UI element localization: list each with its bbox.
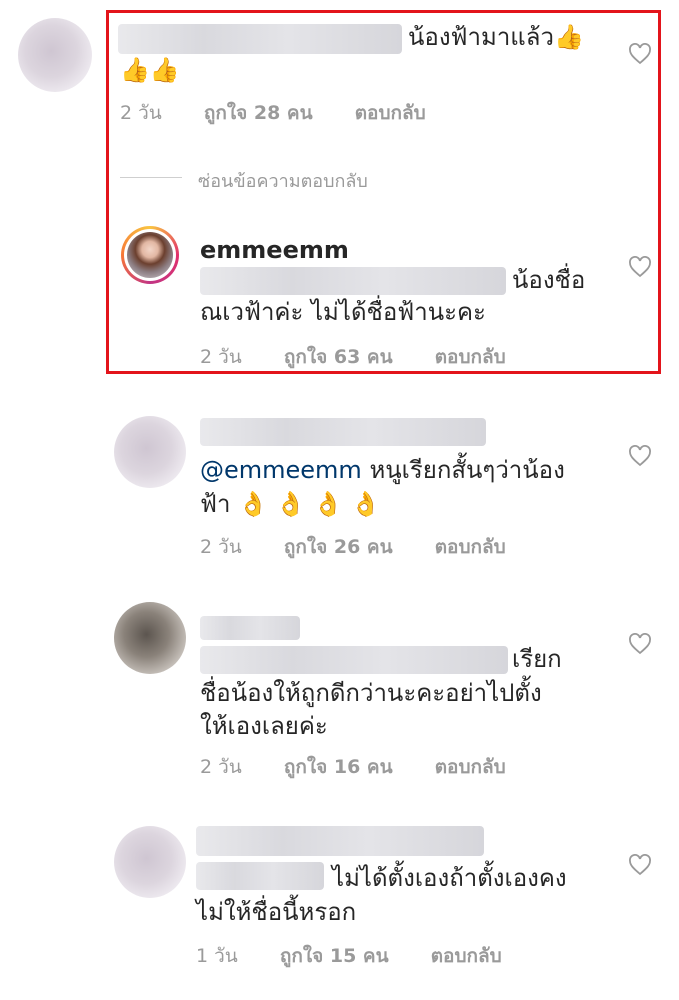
avatar[interactable] <box>114 602 186 674</box>
heart-outline-icon[interactable] <box>628 854 652 876</box>
ok-hand-icon: 👌 <box>238 490 268 518</box>
thumbs-up-icon: 👍 <box>120 56 150 84</box>
comment-emoji-line: 👍👍 <box>120 54 180 86</box>
ok-hand-icon: 👌 <box>313 490 344 518</box>
like-count[interactable]: ถูกใจ 16 คน <box>284 756 393 778</box>
blurred-mention <box>196 862 324 890</box>
username[interactable]: emmeemm <box>200 234 349 266</box>
thumbs-up-icon: 👍 <box>553 23 584 51</box>
blurred-username <box>118 24 402 54</box>
hide-replies-button[interactable]: ซ่อนข้อความตอบกลับ <box>198 166 368 195</box>
avatar[interactable] <box>18 18 92 92</box>
heart-outline-icon[interactable] <box>628 445 652 467</box>
ok-hand-icon: 👌 <box>350 490 381 518</box>
avatar[interactable] <box>114 826 186 898</box>
comment-time: 2 วัน <box>200 536 242 558</box>
comment-time: 2 วัน <box>200 346 242 368</box>
comment-text: ให้เองเลยค่ะ <box>200 712 328 740</box>
comment-text: เรียก <box>512 645 562 673</box>
replies-divider <box>120 177 182 178</box>
comment-meta: 2 วัน ถูกใจ 63 คน ตอบกลับ <box>200 342 542 372</box>
reply-button[interactable]: ตอบกลับ <box>355 102 426 124</box>
comment-meta: 2 วัน ถูกใจ 28 คน ตอบกลับ <box>120 98 462 128</box>
comment-meta: 2 วัน ถูกใจ 26 คน ตอบกลับ <box>200 532 542 562</box>
blurred-username <box>196 826 484 856</box>
comment-text: น้องฟ้ามาแล้ว👍 <box>408 23 584 51</box>
thumbs-up-icon: 👍 <box>149 56 180 84</box>
like-count[interactable]: ถูกใจ 15 คน <box>280 945 389 967</box>
comment-text: ไม่ได้ตั้งเองถ้าตั้งเองคง <box>332 864 567 892</box>
comment-time: 2 วัน <box>120 102 162 124</box>
mention-link[interactable]: @emmeemm <box>200 456 362 484</box>
comment-time: 2 วัน <box>200 756 242 778</box>
blurred-mention <box>200 646 508 674</box>
blurred-username <box>200 418 486 446</box>
heart-outline-icon[interactable] <box>628 43 652 65</box>
comment-meta: 2 วัน ถูกใจ 16 คน ตอบกลับ <box>200 752 542 782</box>
ok-hand-icon: 👌 <box>275 490 306 518</box>
blurred-mention <box>200 267 506 295</box>
heart-outline-icon[interactable] <box>628 633 652 655</box>
comment-text: ชื่อน้องให้ถูกดีกว่านะคะอย่าไปตั้ง <box>200 679 542 707</box>
reply-button[interactable]: ตอบกลับ <box>431 945 502 967</box>
owner-avatar[interactable] <box>121 226 179 284</box>
comment-time: 1 วัน <box>196 945 238 967</box>
comment-text: ณเวฟ้าค่ะ ไม่ได้ชื่อฟ้านะคะ <box>200 298 486 326</box>
like-count[interactable]: ถูกใจ 28 คน <box>204 102 313 124</box>
comment-meta: 1 วัน ถูกใจ 15 คน ตอบกลับ <box>196 941 538 971</box>
reply-button[interactable]: ตอบกลับ <box>435 346 506 368</box>
comment-text: น้องชื่อ <box>512 266 586 294</box>
reply-button[interactable]: ตอบกลับ <box>435 536 506 558</box>
comment-text: ไม่ให้ชื่อนี้หรอก <box>196 898 357 926</box>
blurred-username <box>200 616 300 640</box>
like-count[interactable]: ถูกใจ 26 คน <box>284 536 393 558</box>
comment-text: ฟ้า 👌 👌 👌 👌 <box>200 490 381 518</box>
comment-text: @emmeemm หนูเรียกสั้นๆว่าน้อง <box>200 456 565 484</box>
like-count[interactable]: ถูกใจ 63 คน <box>284 346 393 368</box>
avatar[interactable] <box>114 416 186 488</box>
reply-button[interactable]: ตอบกลับ <box>435 756 506 778</box>
heart-outline-icon[interactable] <box>628 256 652 278</box>
